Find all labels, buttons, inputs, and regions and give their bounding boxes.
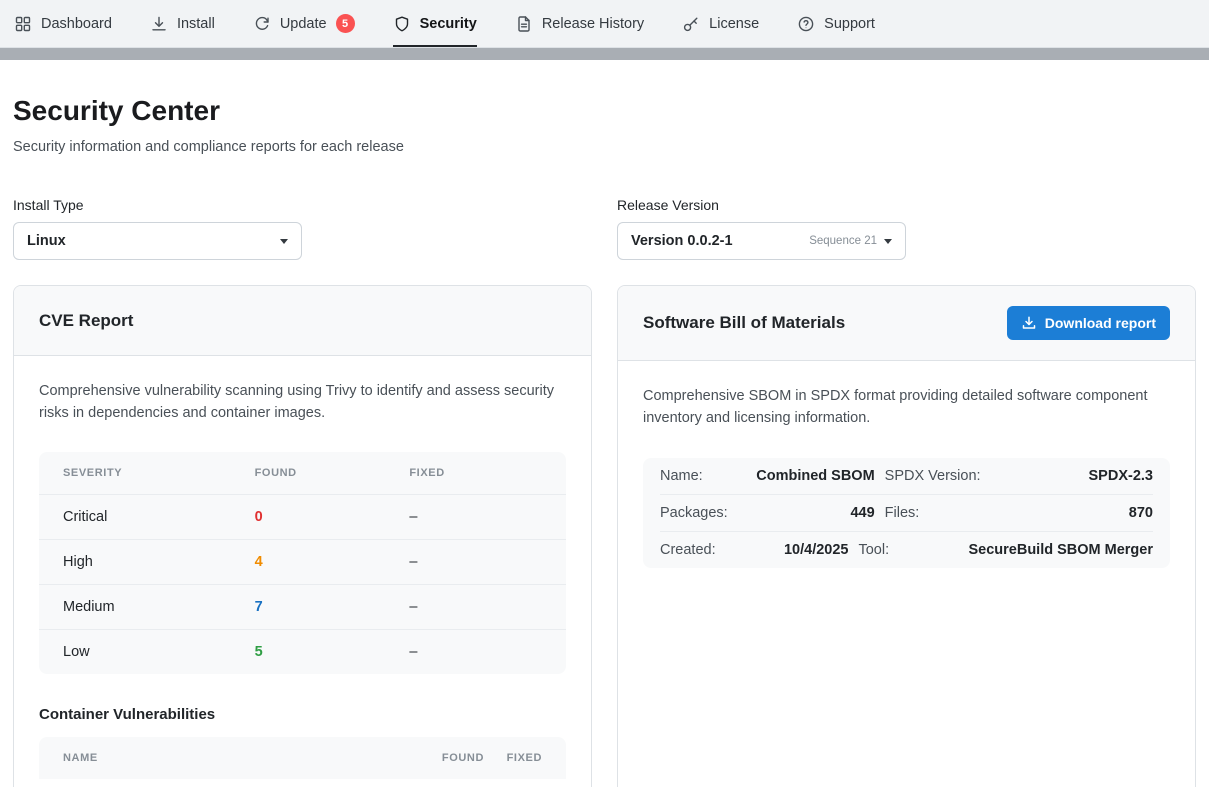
sbom-details-table: Name: Combined SBOM SPDX Version: SPDX-2… — [643, 458, 1170, 568]
cve-report-header: CVE Report — [14, 286, 591, 356]
nav-item-label: Release History — [542, 16, 644, 32]
table-row: Name: Combined SBOM SPDX Version: SPDX-2… — [660, 458, 1153, 494]
detail-label: Tool: — [858, 542, 958, 558]
install-type-value: Linux — [27, 233, 66, 249]
download-icon — [1021, 315, 1037, 331]
install-type-select[interactable]: Linux — [13, 222, 302, 260]
download-report-label: Download report — [1045, 315, 1156, 331]
nav-item-install[interactable]: Install — [150, 0, 215, 47]
nav-item-dashboard[interactable]: Dashboard — [14, 0, 112, 47]
found-count: 0 — [255, 509, 410, 525]
detail-value: SecureBuild SBOM Merger — [968, 542, 1153, 558]
filters-row: Install Type Linux Release Version Versi… — [13, 197, 1196, 260]
col-found: Found — [409, 752, 484, 764]
install-type-label: Install Type — [13, 197, 592, 213]
detail-label: Name: — [660, 468, 738, 484]
table-row: Created: 10/4/2025 Tool: SecureBuild SBO… — [660, 531, 1153, 568]
download-icon — [150, 15, 168, 33]
detail-value: Combined SBOM — [748, 468, 875, 484]
nav-item-support[interactable]: Support — [797, 0, 875, 47]
download-report-button[interactable]: Download report — [1007, 306, 1170, 340]
nav-item-label: Dashboard — [41, 16, 112, 32]
severity-table: Severity Found Fixed Critical 0 – High 4… — [39, 452, 566, 674]
cve-report-card: CVE Report Comprehensive vulnerability s… — [13, 285, 592, 787]
nav-item-release-history[interactable]: Release History — [515, 0, 644, 47]
sbom-description: Comprehensive SBOM in SPDX format provid… — [643, 386, 1170, 430]
severity-label: Low — [63, 644, 255, 660]
nav-item-security[interactable]: Security — [393, 0, 477, 47]
fixed-count: – — [409, 509, 542, 525]
table-row: Low 5 – — [39, 629, 566, 674]
sbom-card: Software Bill of Materials Download repo… — [617, 285, 1196, 787]
table-row: High 4 – — [39, 539, 566, 584]
help-circle-icon — [797, 15, 815, 33]
key-icon — [682, 15, 700, 33]
cards-row: CVE Report Comprehensive vulnerability s… — [13, 285, 1196, 787]
severity-label: Medium — [63, 599, 255, 615]
fixed-count: – — [409, 554, 542, 570]
container-table-header: Name Found Fixed — [39, 737, 566, 779]
cve-report-title: CVE Report — [39, 311, 133, 331]
sbom-title: Software Bill of Materials — [643, 313, 845, 333]
table-row: Packages: 449 Files: 870 — [660, 494, 1153, 531]
container-vulnerabilities-title: Container Vulnerabilities — [39, 706, 566, 723]
nav-item-label: Update — [280, 16, 327, 32]
file-text-icon — [515, 15, 533, 33]
release-version-meta: Sequence 21 — [809, 235, 892, 247]
main-content: Security Center Security information and… — [0, 95, 1209, 787]
install-type-filter: Install Type Linux — [13, 197, 592, 260]
table-row: Critical 0 – — [39, 494, 566, 539]
severity-table-header: Severity Found Fixed — [39, 452, 566, 494]
detail-value: 870 — [995, 505, 1153, 521]
shield-icon — [393, 15, 411, 33]
chevron-down-icon — [884, 239, 892, 244]
release-version-label: Release Version — [617, 197, 1196, 213]
table-row: Medium 7 – — [39, 584, 566, 629]
detail-value: SPDX-2.3 — [995, 468, 1153, 484]
fixed-count: – — [409, 644, 542, 660]
cve-report-body: Comprehensive vulnerability scanning usi… — [14, 356, 591, 787]
col-severity: Severity — [63, 467, 255, 479]
nav-item-label: Install — [177, 16, 215, 32]
found-count: 5 — [255, 644, 410, 660]
detail-label: Created: — [660, 542, 738, 558]
release-version-value: Version 0.0.2-1 — [631, 233, 733, 249]
nav-item-label: Security — [420, 16, 477, 32]
chevron-down-icon — [280, 239, 288, 244]
col-found: Found — [255, 467, 410, 479]
page-subtitle: Security information and compliance repo… — [13, 139, 1196, 155]
sbom-body: Comprehensive SBOM in SPDX format provid… — [618, 361, 1195, 593]
container-vulnerabilities-table: Name Found Fixed — [39, 737, 566, 779]
found-count: 7 — [255, 599, 410, 615]
refresh-icon — [253, 15, 271, 33]
sbom-header: Software Bill of Materials Download repo… — [618, 286, 1195, 361]
top-navigation: Dashboard Install Update 5 Security — [0, 0, 1209, 48]
grid-icon — [14, 15, 32, 33]
nav-item-license[interactable]: License — [682, 0, 759, 47]
page-title: Security Center — [13, 95, 1196, 127]
col-fixed: Fixed — [484, 752, 542, 764]
detail-value: 10/4/2025 — [748, 542, 848, 558]
fixed-count: – — [409, 599, 542, 615]
nav-item-label: Support — [824, 16, 875, 32]
release-version-filter: Release Version Version 0.0.2-1 Sequence… — [617, 197, 1196, 260]
scroll-divider — [0, 48, 1209, 60]
col-name: Name — [63, 752, 409, 764]
detail-label: SPDX Version: — [885, 468, 985, 484]
detail-label: Packages: — [660, 505, 738, 521]
severity-label: High — [63, 554, 255, 570]
detail-value: 449 — [748, 505, 875, 521]
cve-report-description: Comprehensive vulnerability scanning usi… — [39, 381, 566, 425]
col-fixed: Fixed — [409, 467, 542, 479]
update-count-badge: 5 — [336, 14, 355, 33]
detail-label: Files: — [885, 505, 985, 521]
sequence-hint: Sequence 21 — [809, 235, 877, 247]
severity-label: Critical — [63, 509, 255, 525]
nav-item-update[interactable]: Update 5 — [253, 0, 355, 47]
release-version-select[interactable]: Version 0.0.2-1 Sequence 21 — [617, 222, 906, 260]
found-count: 4 — [255, 554, 410, 570]
nav-item-label: License — [709, 16, 759, 32]
